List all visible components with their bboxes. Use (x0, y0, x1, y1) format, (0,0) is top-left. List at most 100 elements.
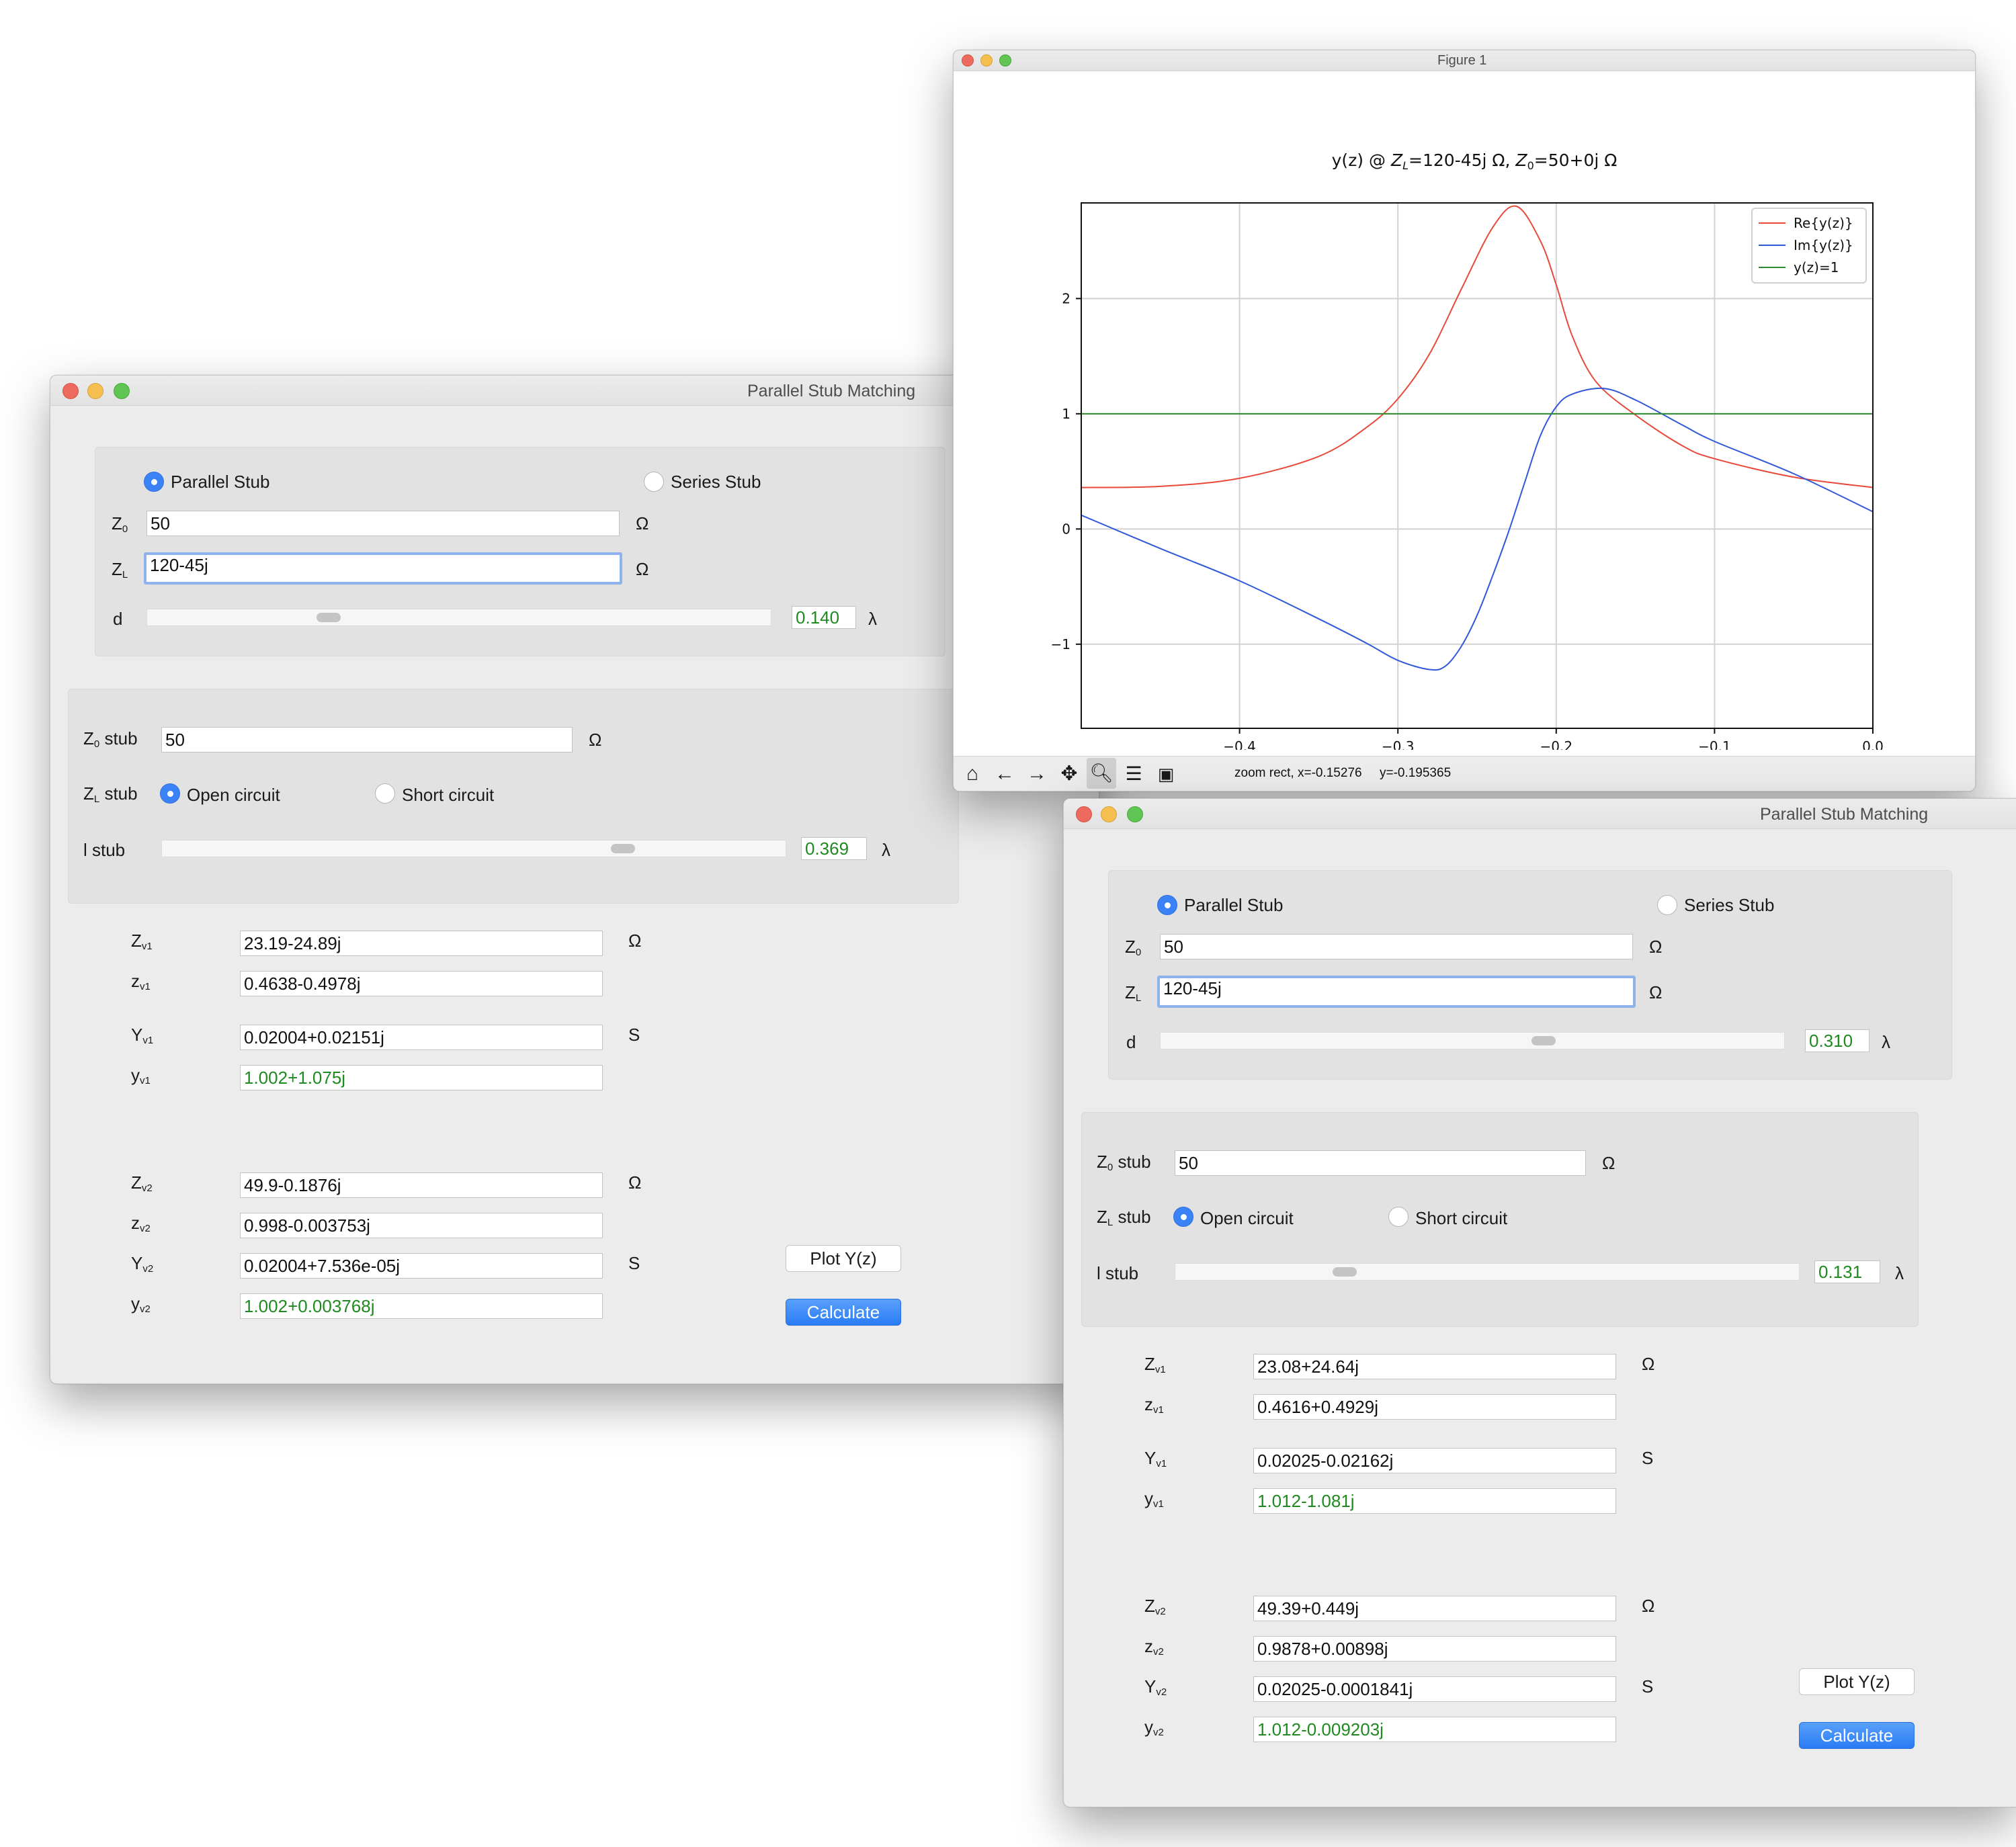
lambda-unit: λ (868, 609, 877, 629)
pan-icon[interactable]: ✥ (1056, 761, 1083, 787)
d-value[interactable]: 0.140 (792, 606, 856, 629)
x-tick-label: −0.1 (1698, 738, 1731, 750)
configure-subplots-icon[interactable]: ☰ (1120, 761, 1147, 787)
Yv1-output[interactable]: 0.02004+0.02151j (240, 1025, 603, 1050)
Zv1-output[interactable]: 23.19-24.89j (240, 931, 603, 956)
zv2-output[interactable]: 0.998-0.003753j (240, 1213, 603, 1238)
Yv2-output[interactable]: 0.02025-0.0001841j (1253, 1676, 1616, 1702)
title-bar[interactable]: Parallel Stub Matching (1064, 799, 2016, 829)
zv1-label: zv1 (1144, 1394, 1164, 1416)
d-value[interactable]: 0.310 (1805, 1029, 1870, 1052)
legend-label-re-y-z: Re{y(z)} (1794, 215, 1853, 231)
zv1-output[interactable]: 0.4616+0.4929j (1253, 1394, 1616, 1420)
d-slider-knob[interactable] (1531, 1036, 1556, 1045)
window-title: Parallel Stub Matching (747, 382, 916, 400)
open-circuit-radio[interactable] (160, 783, 180, 804)
z0-stub-input[interactable]: 50 (1175, 1150, 1586, 1176)
close-button[interactable] (1076, 806, 1092, 822)
z0-input[interactable]: 50 (146, 511, 620, 536)
line-settings-group: Parallel Stub Series Stub Z0 50 Ω ZL 120… (95, 447, 946, 656)
z0-label: Z0 (112, 513, 128, 535)
back-arrow-icon[interactable]: ← (991, 761, 1018, 787)
forward-arrow-icon[interactable]: → (1023, 761, 1050, 787)
title-bar[interactable]: Figure 1 (954, 50, 1975, 71)
z0-stub-input[interactable]: 50 (161, 727, 573, 753)
z0-input[interactable]: 50 (1160, 934, 1633, 959)
plot-y-button[interactable]: Plot Y(z) (1799, 1668, 1915, 1695)
ohm-unit: Ω (1642, 1596, 1655, 1616)
yv2-label: yv2 (1144, 1717, 1164, 1738)
l-stub-slider[interactable] (1175, 1263, 1800, 1281)
Zv2-label: Zv2 (131, 1172, 153, 1194)
l-stub-slider-knob[interactable] (611, 844, 635, 853)
open-circuit-radio[interactable] (1173, 1207, 1193, 1227)
d-slider[interactable] (1160, 1032, 1785, 1049)
ohm-unit: Ω (1649, 982, 1663, 1002)
yv1-output[interactable]: 1.002+1.075j (240, 1065, 603, 1090)
parallel-stub-label: Parallel Stub (1184, 895, 1284, 915)
short-circuit-radio[interactable] (1388, 1207, 1409, 1227)
d-slider[interactable] (146, 609, 771, 626)
yv1-label: yv1 (131, 1065, 151, 1086)
l-stub-slider[interactable] (161, 840, 786, 857)
zl-label: ZL (1125, 982, 1142, 1004)
series-stub-label: Series Stub (1684, 895, 1775, 915)
Yv1-output[interactable]: 0.02025-0.02162j (1253, 1448, 1616, 1473)
zoom-icon[interactable]: 🔍︎ (1087, 758, 1116, 789)
l-stub-slider-knob[interactable] (1333, 1267, 1357, 1277)
plot-y-button[interactable]: Plot Y(z) (786, 1245, 901, 1272)
Zv2-output[interactable]: 49.39+0.449j (1253, 1596, 1616, 1621)
zl-stub-label: ZL stub (1097, 1207, 1151, 1228)
open-circuit-label: Open circuit (187, 785, 280, 805)
zv2-output[interactable]: 0.9878+0.00898j (1253, 1636, 1616, 1662)
d-label: d (113, 609, 123, 629)
l-stub-value[interactable]: 0.131 (1814, 1260, 1880, 1283)
ohm-unit: Ω (628, 1172, 642, 1193)
yv2-output[interactable]: 1.002+0.003768j (240, 1293, 603, 1319)
z0-stub-label: Z0 stub (1097, 1152, 1151, 1173)
ohm-unit: Ω (589, 730, 602, 750)
status-readout: zoom rect, x=-0.15276 y=-0.195365 (1234, 766, 1452, 780)
zoom-button[interactable] (999, 54, 1011, 67)
minimize-button[interactable] (1101, 806, 1117, 822)
Zv1-output[interactable]: 23.08+24.64j (1253, 1354, 1616, 1379)
yv1-output[interactable]: 1.012-1.081j (1253, 1488, 1616, 1514)
Zv1-label: Zv1 (1144, 1354, 1166, 1375)
close-button[interactable] (62, 383, 79, 399)
z0-label: Z0 (1125, 937, 1142, 958)
x-tick-label: −0.2 (1540, 738, 1573, 750)
short-circuit-label: Short circuit (1415, 1208, 1508, 1228)
home-icon[interactable]: ⌂ (959, 761, 986, 787)
Zv2-output[interactable]: 49.9-0.1876j (240, 1172, 603, 1198)
calculate-button[interactable]: Calculate (786, 1299, 901, 1326)
series-stub-radio[interactable] (1657, 895, 1677, 915)
Yv2-output[interactable]: 0.02004+7.536e-05j (240, 1253, 603, 1279)
z0-stub-label: Z0 stub (83, 728, 138, 750)
minimize-button[interactable] (87, 383, 103, 399)
zl-input[interactable]: 120-45j (1157, 976, 1636, 1008)
figure-window: Figure 1 y(z) @ ZL=120-45j Ω, Z0=50+0j Ω… (953, 50, 1976, 791)
zv1-output[interactable]: 0.4638-0.4978j (240, 971, 603, 996)
zoom-button[interactable] (1127, 806, 1143, 822)
siemens-unit: S (628, 1253, 640, 1273)
l-stub-value[interactable]: 0.369 (801, 837, 867, 860)
short-circuit-label: Short circuit (402, 785, 495, 805)
calculator-window-right: Parallel Stub Matching Parallel Stub Ser… (1063, 798, 2016, 1807)
zoom-button[interactable] (114, 383, 130, 399)
yv2-output[interactable]: 1.012-0.009203j (1253, 1717, 1616, 1742)
minimize-button[interactable] (980, 54, 993, 67)
close-button[interactable] (962, 54, 974, 67)
calculate-button[interactable]: Calculate (1799, 1722, 1915, 1749)
series-stub-radio[interactable] (644, 472, 664, 492)
parallel-stub-radio[interactable] (1157, 895, 1177, 915)
ohm-unit: Ω (636, 513, 649, 533)
save-icon[interactable]: ▣ (1152, 761, 1179, 787)
short-circuit-radio[interactable] (375, 783, 395, 804)
zl-input[interactable]: 120-45j (144, 552, 622, 585)
lambda-unit: λ (882, 840, 890, 860)
y-tick-label: 0 (1062, 521, 1070, 537)
parallel-stub-radio[interactable] (144, 472, 164, 492)
y-of-z-chart[interactable]: y(z) @ ZL=120-45j Ω, Z0=50+0j Ω −0.4 −0.3… (954, 71, 1975, 750)
title-bar[interactable]: Parallel Stub Matching (50, 376, 1099, 406)
d-slider-knob[interactable] (317, 613, 341, 622)
